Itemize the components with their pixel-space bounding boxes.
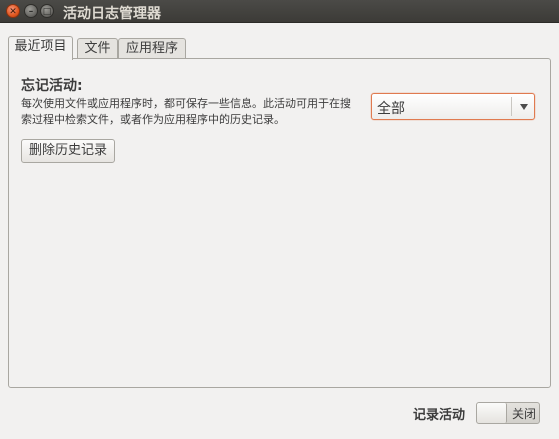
- dropdown-separator: [511, 97, 512, 116]
- tab-recent-items[interactable]: 最近项目: [8, 36, 73, 60]
- timespan-dropdown[interactable]: 全部: [371, 93, 535, 120]
- tab-files[interactable]: 文件: [77, 38, 118, 59]
- toggle-knob[interactable]: [477, 403, 507, 423]
- minimize-window-icon[interactable]: –: [24, 4, 38, 18]
- maximize-window-icon[interactable]: □: [40, 4, 54, 18]
- forget-activity-description: 每次使用文件或应用程序时，都可保存一些信息。此活动可用于在搜索过程中检索文件，或…: [21, 97, 351, 126]
- toggle-state-label: 关闭: [512, 407, 537, 421]
- forget-activity-heading: 忘记活动:: [21, 78, 83, 94]
- record-activity-toggle[interactable]: 关闭: [476, 402, 540, 424]
- title-bar: ✕ – □ 活动日志管理器: [0, 0, 559, 23]
- record-activity-label: 记录活动: [413, 408, 466, 423]
- window-title: 活动日志管理器: [63, 6, 161, 22]
- tab-applications[interactable]: 应用程序: [118, 38, 186, 59]
- close-window-icon[interactable]: ✕: [6, 4, 20, 18]
- clear-history-button[interactable]: 删除历史记录: [21, 139, 115, 163]
- timespan-selected-value: 全部: [377, 101, 405, 117]
- chevron-down-icon: [520, 104, 528, 110]
